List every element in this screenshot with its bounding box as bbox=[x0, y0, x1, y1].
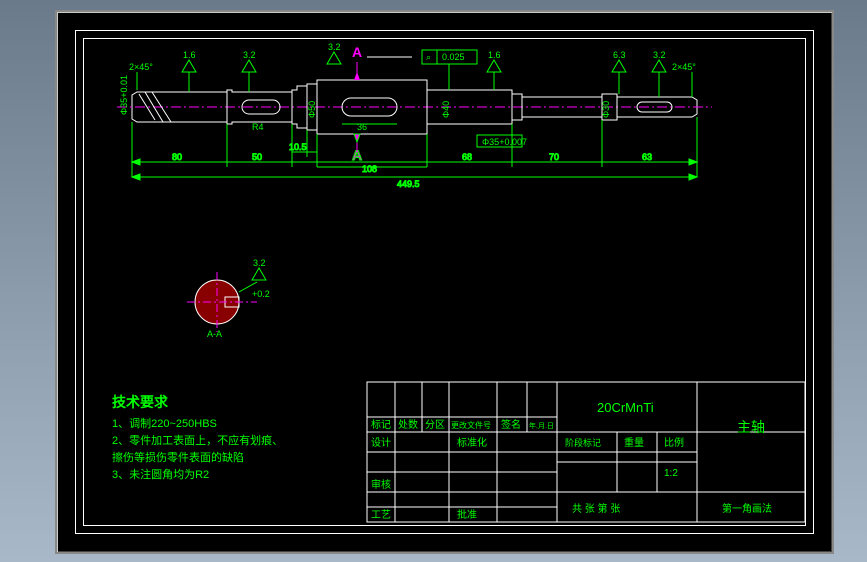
dia-right: Φ30 bbox=[601, 101, 611, 118]
tb-part: 主轴 bbox=[737, 419, 765, 435]
dia-mid2: Φ40 bbox=[441, 101, 451, 118]
title-block: 标记 处数 分区 更改文件号 签名 年.月.日 设计 标准化 审核 工艺 批准 … bbox=[367, 382, 805, 522]
tb-scale: 比例 bbox=[664, 436, 684, 449]
tb-change: 更改文件号 bbox=[451, 420, 491, 430]
tb-design: 设计 bbox=[371, 436, 391, 449]
req-line2: 2、零件加工表面上，不应有划痕、 bbox=[112, 433, 283, 447]
seg5: 68 bbox=[462, 152, 472, 162]
chamfer-right: 2×45° bbox=[672, 62, 696, 72]
tb-weight: 重量 bbox=[624, 436, 644, 449]
ra-3: 3.2 bbox=[328, 42, 341, 52]
shaft-outline bbox=[117, 80, 712, 134]
tb-sign: 签名 bbox=[501, 418, 521, 431]
tb-stage: 阶段标记 bbox=[565, 437, 601, 448]
tb-mark: 标记 bbox=[371, 419, 391, 431]
dia-left: Φ35+0.01 bbox=[119, 75, 129, 115]
drawing-canvas: 2×45° 1.6 3.2 3.2 A ⌕ 0.025 1.6 bbox=[57, 12, 832, 552]
tb-count: 处数 bbox=[398, 418, 418, 431]
seg2: 50 bbox=[252, 152, 262, 162]
total-len: 449.5 bbox=[397, 179, 420, 189]
tb-std: 标准化 bbox=[457, 436, 487, 449]
ra-5: 6.3 bbox=[613, 50, 626, 60]
seg1: 80 bbox=[172, 152, 182, 162]
tb-scale-val: 1:2 bbox=[664, 468, 678, 479]
tb-craft: 工艺 bbox=[371, 509, 391, 521]
ra-6: 3.2 bbox=[653, 50, 666, 60]
seg6: 70 bbox=[549, 152, 559, 162]
vertical-dims: Φ35+0.01 R4 Φ50 36 Φ40 Φ35+0.007 Φ30 bbox=[119, 75, 611, 147]
section-view: 3.2 +0.2 A-A bbox=[187, 258, 270, 339]
req-line2b: 擦伤等损伤零件表面的缺陷 bbox=[112, 450, 244, 464]
tb-material: 20CrMnTi bbox=[597, 400, 654, 415]
runout-symbol: ⌕ bbox=[426, 52, 431, 62]
req-line1: 1、调制220~250HBS bbox=[112, 417, 217, 430]
tech-requirements: 技术要求 1、调制220~250HBS 2、零件加工表面上，不应有划痕、 擦伤等… bbox=[112, 394, 283, 481]
key-r: R4 bbox=[252, 122, 264, 132]
tb-check: 审核 bbox=[371, 478, 391, 491]
top-annotations: 2×45° 1.6 3.2 3.2 A ⌕ 0.025 1.6 bbox=[129, 42, 696, 97]
chamfer-left: 2×45° bbox=[129, 62, 153, 72]
tb-proj: 第一角画法 bbox=[722, 502, 772, 515]
horiz-dims: 80 50 10.5 A 108 68 70 63 449.5 bbox=[132, 117, 697, 189]
ra-2: 3.2 bbox=[243, 50, 256, 60]
tb-date: 年.月.日 bbox=[529, 421, 554, 430]
dia-mid1: Φ50 bbox=[307, 101, 317, 118]
seg7: 63 bbox=[642, 152, 652, 162]
tb-approve: 批准 bbox=[457, 508, 477, 521]
cad-window: 2×45° 1.6 3.2 3.2 A ⌕ 0.025 1.6 bbox=[55, 10, 834, 554]
ra-1: 1.6 bbox=[183, 50, 196, 60]
sec-tol: +0.2 bbox=[252, 289, 270, 299]
section-a-top: A bbox=[352, 44, 362, 60]
req-title: 技术要求 bbox=[112, 394, 169, 410]
seg4: 108 bbox=[362, 164, 377, 174]
ra-4: 1.6 bbox=[488, 50, 501, 60]
sec-label: A-A bbox=[207, 329, 222, 339]
tb-sheet: 共 张 第 张 bbox=[572, 502, 620, 515]
req-line3: 3、未注圆角均为R2 bbox=[112, 467, 209, 481]
tb-zone: 分区 bbox=[425, 419, 445, 431]
seg3: 10.5 bbox=[289, 142, 307, 152]
runout-val: 0.025 bbox=[442, 52, 465, 62]
dia-tol: Φ35+0.007 bbox=[482, 137, 527, 147]
sec-ra: 3.2 bbox=[253, 258, 266, 268]
